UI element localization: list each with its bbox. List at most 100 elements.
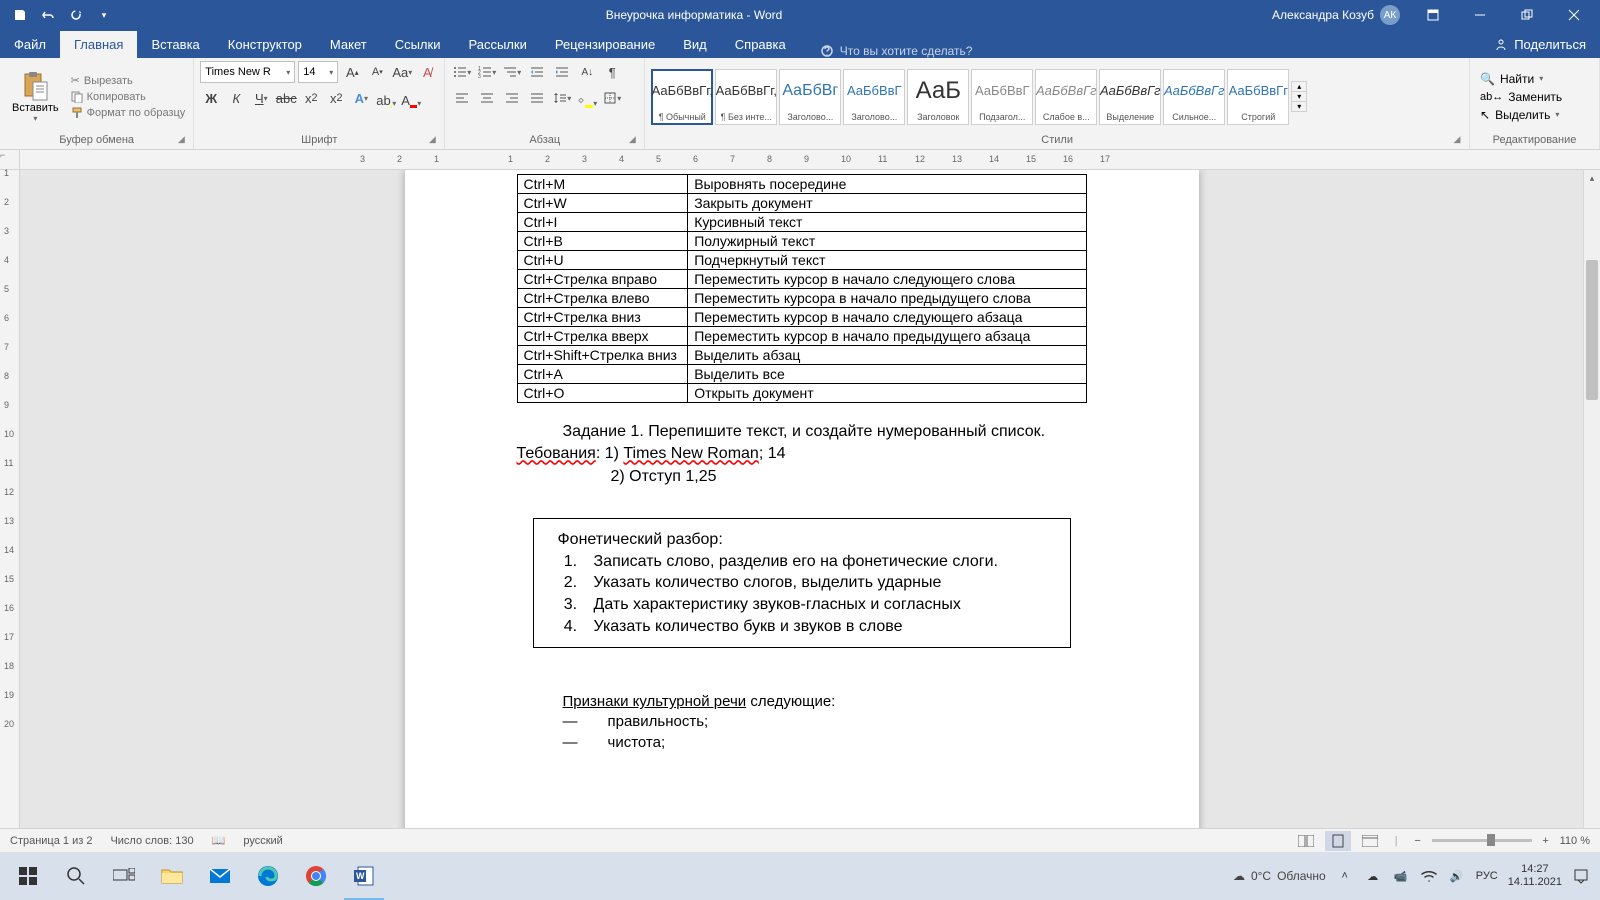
tab-references[interactable]: Ссылки bbox=[381, 31, 455, 58]
tab-help[interactable]: Справка bbox=[721, 31, 800, 58]
multilevel-list-button[interactable]: ▾ bbox=[501, 61, 523, 83]
zoom-out-button[interactable]: − bbox=[1410, 831, 1426, 851]
show-marks-button[interactable]: ¶ bbox=[601, 61, 623, 83]
scroll-up-button[interactable]: ▴ bbox=[1584, 170, 1600, 187]
underline-button[interactable]: Ч▾ bbox=[250, 87, 272, 109]
highlight-color-button[interactable]: ab▾ bbox=[375, 87, 397, 109]
clipboard-dialog-launcher[interactable]: ◢ bbox=[175, 134, 187, 146]
styles-dialog-launcher[interactable]: ◢ bbox=[1451, 134, 1463, 146]
user-account[interactable]: Александра Козуб АК bbox=[1272, 5, 1400, 25]
vertical-scrollbar[interactable]: ▴ ▾ bbox=[1583, 170, 1600, 876]
font-size-select[interactable]: 14▾ bbox=[298, 61, 338, 83]
weather-widget[interactable]: ☁ 0°C Облачно bbox=[1233, 869, 1326, 883]
page[interactable]: Ctrl+MВыровнять посерединеCtrl+WЗакрыть … bbox=[405, 170, 1199, 870]
status-page[interactable]: Страница 1 из 2 bbox=[10, 835, 92, 847]
strikethrough-button[interactable]: abc bbox=[275, 87, 297, 109]
font-name-select[interactable]: Times New R▾ bbox=[200, 61, 295, 83]
ribbon-display-button[interactable] bbox=[1410, 0, 1455, 30]
shrink-font-button[interactable]: A▾ bbox=[366, 61, 388, 83]
ruler-vertical[interactable]: 1234567891011121314151617181920 bbox=[0, 170, 20, 876]
status-language[interactable]: русский bbox=[243, 835, 282, 847]
ruler-horizontal[interactable]: 3211234567891011121314151617 bbox=[20, 150, 1600, 169]
format-painter-button[interactable]: Формат по образцу bbox=[69, 106, 188, 120]
share-button[interactable]: Поделиться bbox=[1480, 31, 1600, 58]
style-intense-emphasis[interactable]: АаБбВвГгСильное... bbox=[1163, 69, 1225, 125]
align-center-button[interactable] bbox=[476, 87, 498, 109]
task-view-button[interactable] bbox=[100, 852, 148, 900]
edge-button[interactable] bbox=[244, 852, 292, 900]
onedrive-icon[interactable]: ☁ bbox=[1364, 867, 1382, 885]
styles-expand[interactable]: ▾ bbox=[1292, 102, 1306, 111]
view-web-button[interactable] bbox=[1357, 831, 1383, 851]
start-button[interactable] bbox=[4, 852, 52, 900]
close-button[interactable] bbox=[1551, 0, 1596, 30]
style-subtitle[interactable]: АаБбВвГПодзагол... bbox=[971, 69, 1033, 125]
sort-button[interactable]: A↓ bbox=[576, 61, 598, 83]
select-button[interactable]: ↖Выделить▾ bbox=[1476, 107, 1566, 123]
qat-customize-button[interactable]: ▾ bbox=[92, 3, 116, 27]
volume-icon[interactable]: 🔊 bbox=[1448, 867, 1466, 885]
subscript-button[interactable]: x2 bbox=[300, 87, 322, 109]
undo-button[interactable] bbox=[36, 3, 60, 27]
scroll-thumb[interactable] bbox=[1586, 260, 1598, 400]
maximize-button[interactable] bbox=[1504, 0, 1549, 30]
status-words[interactable]: Число слов: 130 bbox=[110, 835, 193, 847]
language-indicator[interactable]: РУС bbox=[1476, 870, 1498, 882]
grow-font-button[interactable]: A▴ bbox=[341, 61, 363, 83]
shading-button[interactable]: ▾ bbox=[576, 87, 598, 109]
document-scroll[interactable]: Ctrl+MВыровнять посерединеCtrl+WЗакрыть … bbox=[20, 170, 1583, 876]
status-proofing-icon[interactable]: 📖 bbox=[212, 834, 226, 847]
tab-mailings[interactable]: Рассылки bbox=[454, 31, 540, 58]
style-strong[interactable]: АаБбВвГгСтрогий bbox=[1227, 69, 1289, 125]
wifi-icon[interactable] bbox=[1420, 867, 1438, 885]
explorer-button[interactable] bbox=[148, 852, 196, 900]
style-heading1[interactable]: АаБбВгЗаголово... bbox=[779, 69, 841, 125]
increase-indent-button[interactable] bbox=[551, 61, 573, 83]
mail-button[interactable] bbox=[196, 852, 244, 900]
view-read-button[interactable] bbox=[1293, 831, 1319, 851]
paragraph-dialog-launcher[interactable]: ◢ bbox=[626, 134, 638, 146]
replace-button[interactable]: ab↔Заменить bbox=[1476, 89, 1566, 105]
justify-button[interactable] bbox=[526, 87, 548, 109]
clock[interactable]: 14:27 14.11.2021 bbox=[1508, 863, 1562, 889]
change-case-button[interactable]: Aa▾ bbox=[391, 61, 413, 83]
tab-layout[interactable]: Макет bbox=[316, 31, 381, 58]
decrease-indent-button[interactable] bbox=[526, 61, 548, 83]
tab-file[interactable]: Файл bbox=[0, 31, 60, 58]
notifications-button[interactable] bbox=[1572, 867, 1590, 885]
tell-me-search[interactable]: Что вы хотите сделать? bbox=[820, 44, 973, 58]
style-no-spacing[interactable]: АаБбВвГг,¶ Без инте... bbox=[715, 69, 777, 125]
style-title[interactable]: АаБЗаголовок bbox=[907, 69, 969, 125]
borders-button[interactable]: ▾ bbox=[601, 87, 623, 109]
meet-now-icon[interactable]: 📹 bbox=[1392, 867, 1410, 885]
tab-insert[interactable]: Вставка bbox=[137, 31, 213, 58]
cut-button[interactable]: ✂Вырезать bbox=[69, 73, 188, 88]
line-spacing-button[interactable]: ▾ bbox=[551, 87, 573, 109]
tab-view[interactable]: Вид bbox=[669, 31, 721, 58]
align-right-button[interactable] bbox=[501, 87, 523, 109]
tab-review[interactable]: Рецензирование bbox=[541, 31, 669, 58]
align-left-button[interactable] bbox=[451, 87, 473, 109]
zoom-in-button[interactable]: + bbox=[1538, 831, 1554, 851]
styles-scroll-up[interactable]: ▴ bbox=[1292, 82, 1306, 92]
style-normal[interactable]: АаБбВвГг,¶ Обычный bbox=[651, 69, 713, 125]
style-emphasis[interactable]: АаБбВвГгВыделение bbox=[1099, 69, 1161, 125]
font-color-button[interactable]: A▾ bbox=[400, 87, 422, 109]
redo-button[interactable] bbox=[64, 3, 88, 27]
search-button[interactable] bbox=[52, 852, 100, 900]
styles-scroll-down[interactable]: ▾ bbox=[1292, 92, 1306, 102]
style-subtle-emphasis[interactable]: АаБбВвГгСлабое в... bbox=[1035, 69, 1097, 125]
zoom-value[interactable]: 110 % bbox=[1560, 835, 1590, 847]
minimize-button[interactable] bbox=[1457, 0, 1502, 30]
clear-formatting-button[interactable]: A̸ bbox=[416, 61, 438, 83]
save-button[interactable] bbox=[8, 3, 32, 27]
zoom-handle[interactable] bbox=[1487, 834, 1495, 846]
bullets-button[interactable]: ▾ bbox=[451, 61, 473, 83]
font-dialog-launcher[interactable]: ◢ bbox=[426, 134, 438, 146]
view-print-button[interactable] bbox=[1325, 831, 1351, 851]
word-button[interactable]: W bbox=[340, 852, 388, 900]
paste-button[interactable]: Вставить ▾ bbox=[6, 68, 65, 125]
find-button[interactable]: 🔍Найти▾ bbox=[1476, 71, 1566, 87]
tab-home[interactable]: Главная bbox=[60, 31, 137, 58]
text-effects-button[interactable]: A▾ bbox=[350, 87, 372, 109]
